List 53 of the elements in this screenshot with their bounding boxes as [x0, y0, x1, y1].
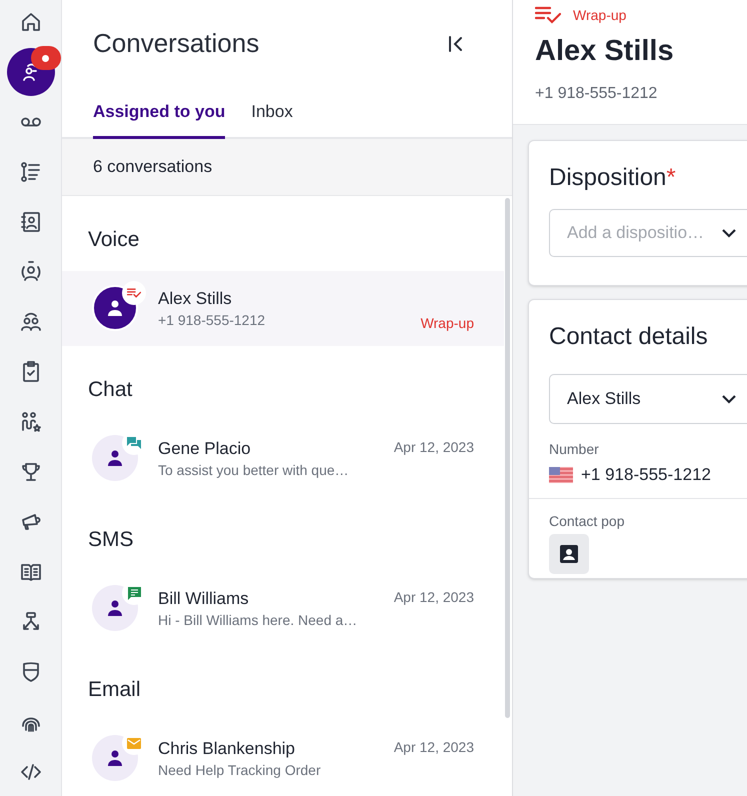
contact-select[interactable]: Alex Stills: [549, 374, 747, 424]
card-title: Disposition*: [549, 163, 677, 193]
chevron-down-icon: [722, 228, 736, 238]
panel-title: Conversations: [93, 27, 260, 60]
chat-bubbles-icon: [127, 436, 141, 450]
contact-pop-button[interactable]: [549, 534, 589, 574]
contact-name: Alex Stills: [535, 34, 675, 69]
person-icon: [106, 449, 124, 467]
date: Apr 12, 2023: [394, 588, 474, 607]
nav-button[interactable]: [18, 260, 42, 284]
steps-list-icon: [18, 160, 42, 184]
people-icon: [18, 310, 42, 334]
contact-phone: +1 918-555-1212: [535, 84, 658, 104]
contact-book-icon: [18, 210, 42, 234]
tab[interactable]: Inbox: [251, 98, 293, 140]
conversation-count: 6 conversations: [62, 139, 512, 196]
person-icon: [106, 599, 124, 617]
section-heading: Voice: [87, 227, 140, 253]
message-preview: To assist you better with que…: [158, 461, 350, 480]
field-label: Number: [548, 440, 600, 459]
section-heading: Chat: [87, 377, 134, 403]
chevron-down-icon: [722, 394, 736, 404]
required-mark: *: [666, 164, 676, 191]
section-heading: SMS: [87, 527, 135, 553]
wrap-up-icon: [535, 6, 561, 24]
person-icon: [106, 299, 124, 317]
message-icon: [128, 586, 140, 600]
phone-number: +1 918-555-1212: [581, 464, 711, 486]
nav-button[interactable]: [18, 160, 42, 184]
us-flag-icon: [549, 466, 573, 483]
message-preview: Hi - Bill Williams here. Need a…: [158, 611, 358, 630]
contact-name: Chris Blankenship: [158, 738, 296, 760]
date: Apr 12, 2023: [394, 738, 474, 757]
conversation-item[interactable]: Alex Stills +1 918-555-1212 Wrap-up: [62, 271, 504, 346]
message-preview: Need Help Tracking Order: [158, 761, 322, 780]
contact-card-icon: [559, 544, 579, 564]
nav-button[interactable]: [18, 210, 42, 234]
contact-name: Alex Stills: [158, 288, 233, 310]
envelope-icon: [127, 738, 141, 748]
field-label: Contact pop: [548, 512, 626, 531]
contact-name: Gene Placio: [158, 438, 252, 460]
section-heading: Email: [87, 677, 142, 703]
scrollbar[interactable]: [505, 198, 510, 718]
contact-name: Bill Williams: [158, 588, 250, 610]
status-label: Wrap-up: [420, 314, 474, 333]
status-label: Wrap-up: [573, 6, 626, 25]
person-icon: [106, 749, 124, 767]
date: Apr 12, 2023: [394, 438, 474, 457]
message-preview: +1 918-555-1212: [158, 311, 266, 330]
person-circle-icon: [18, 260, 42, 284]
wrap-up-icon: [127, 288, 141, 298]
card-title: Contact details: [548, 322, 709, 352]
nav-button[interactable]: [18, 310, 42, 334]
